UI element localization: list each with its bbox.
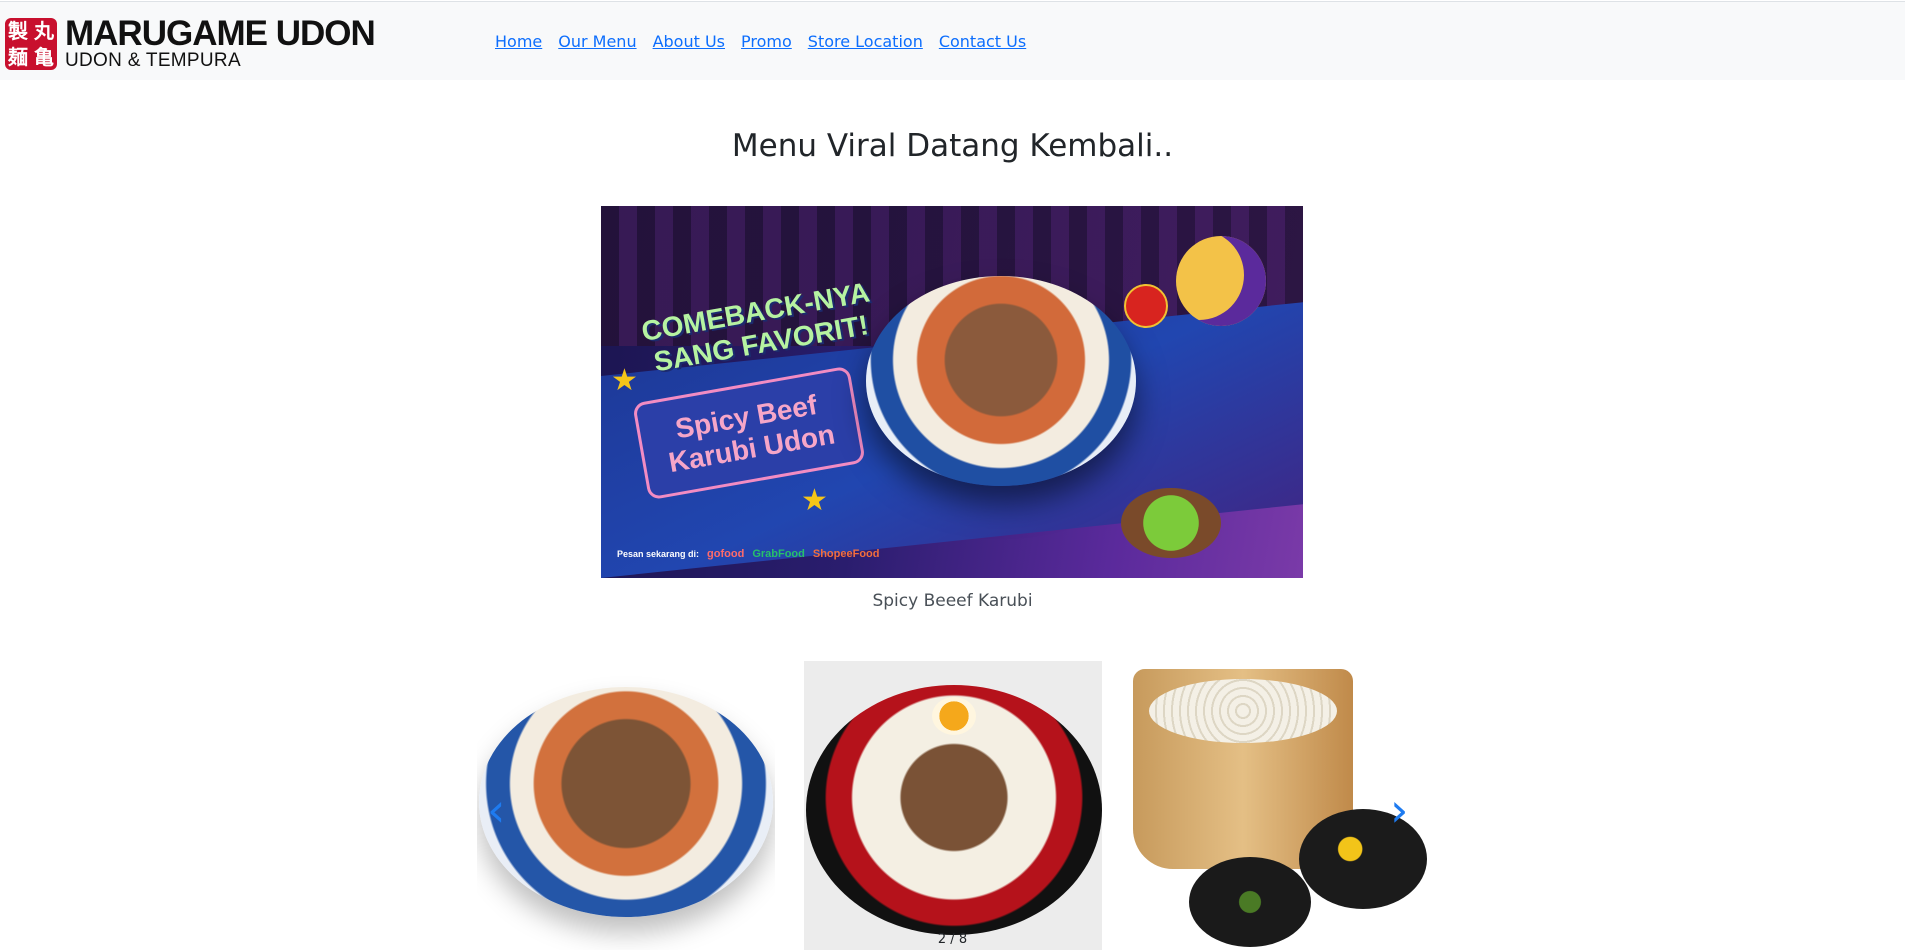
- partner-grabfood: GrabFood: [752, 548, 805, 560]
- star-icon: ★: [611, 363, 638, 398]
- menu-carousel: [477, 661, 1427, 950]
- main-nav: Home Our Menu About Us Promo Store Locat…: [495, 32, 1026, 51]
- spicy-beef-udon-image: [479, 687, 773, 917]
- logo-text: MARUGAME UDON UDON & TEMPURA: [65, 14, 376, 71]
- seal-char: 丸: [34, 19, 54, 43]
- seal-char: 亀: [34, 45, 54, 69]
- promo-banner-image: COMEBACK-NYA SANG FAVORIT! Spicy Beef Ka…: [601, 206, 1303, 578]
- banner-order-partners: Pesan sekarang di: gofood GrabFood Shope…: [617, 548, 879, 560]
- brand-tagline: UDON & TEMPURA: [65, 50, 241, 71]
- chevron-left-icon: ‹: [487, 783, 506, 837]
- udon-noodles: [1149, 679, 1337, 743]
- nav-link-contact-us[interactable]: Contact Us: [939, 32, 1026, 51]
- carousel-prev-button[interactable]: ‹: [487, 787, 511, 834]
- star-icon: ★: [801, 483, 828, 518]
- carousel-slide[interactable]: [1131, 661, 1427, 950]
- carousel-slide-active[interactable]: [804, 661, 1102, 950]
- brand-name: MARUGAME UDON: [65, 14, 376, 53]
- nav-link-store-location[interactable]: Store Location: [808, 32, 923, 51]
- carousel-next-button[interactable]: ›: [1390, 787, 1414, 834]
- nav-link-promo[interactable]: Promo: [741, 32, 792, 51]
- page-title: Menu Viral Datang Kembali..: [731, 128, 1174, 164]
- navbar: 製 丸 麺 亀 MARUGAME UDON UDON & TEMPURA Hom…: [0, 1, 1905, 80]
- seal-char: 麺: [8, 45, 28, 69]
- brand-logo[interactable]: 製 丸 麺 亀 MARUGAME UDON UDON & TEMPURA: [5, 14, 376, 72]
- crescent-moon-icon: [1176, 236, 1266, 326]
- order-prefix: Pesan sekarang di:: [617, 549, 700, 559]
- nav-link-about-us[interactable]: About Us: [653, 32, 725, 51]
- us-beef-badge-icon: [1124, 284, 1168, 328]
- logo-seal: 製 丸 麺 亀: [5, 18, 57, 70]
- banner-caption: Spicy Beeef Karubi: [872, 591, 1033, 611]
- carousel-counter: 2 / 8: [937, 932, 968, 947]
- nav-link-our-menu[interactable]: Our Menu: [558, 32, 636, 51]
- udon-bowl-illustration: [866, 276, 1136, 486]
- partner-shopeefood: ShopeeFood: [812, 548, 880, 560]
- carousel-slide[interactable]: [477, 661, 775, 950]
- egg-topping: [932, 697, 976, 735]
- seal-char: 製: [8, 19, 28, 43]
- partner-gofood: gofood: [707, 548, 745, 560]
- scallion-bowl-illustration: [1121, 488, 1221, 558]
- nav-link-home[interactable]: Home: [495, 32, 542, 51]
- chevron-right-icon: ›: [1390, 783, 1409, 837]
